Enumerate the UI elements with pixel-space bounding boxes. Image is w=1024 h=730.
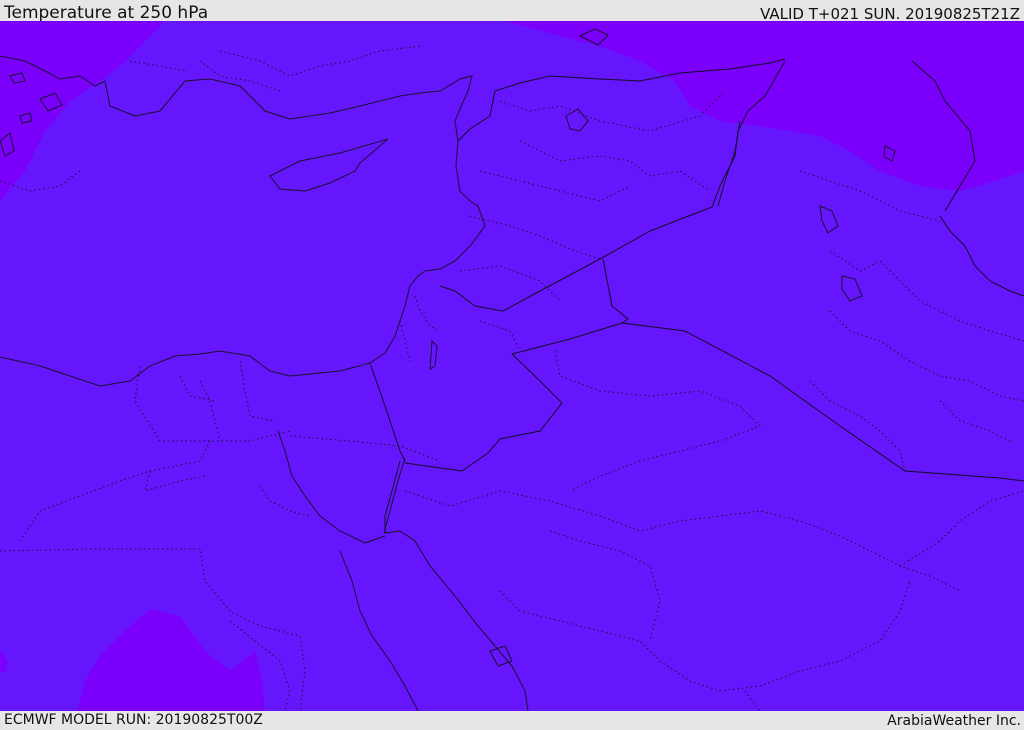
weather-map bbox=[0, 21, 1024, 711]
credit-label: ArabiaWeather Inc. bbox=[887, 713, 1021, 729]
footer-bar: ECMWF MODEL RUN: 20190825T00Z ArabiaWeat… bbox=[0, 711, 1024, 729]
model-run-label: ECMWF MODEL RUN: 20190825T00Z bbox=[4, 712, 263, 728]
header-bar: Temperature at 250 hPa VALID T+021 SUN. … bbox=[0, 0, 1024, 23]
